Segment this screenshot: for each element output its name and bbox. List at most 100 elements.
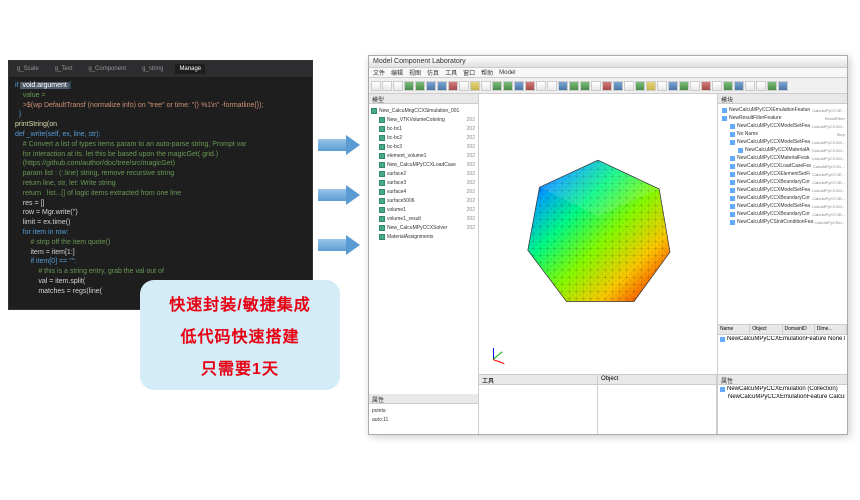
tree-item[interactable]: NewResultFilterFeatureResultFilter [720, 114, 845, 122]
tab-manage[interactable]: Manage [175, 64, 205, 74]
toolbar-icon[interactable] [569, 81, 579, 91]
toolbar-icon[interactable] [448, 81, 458, 91]
prop-row[interactable]: NewCalcuMPyCCXEmulation (Collection) [718, 385, 847, 393]
module-tree[interactable]: NewCalcuMPyCCXEmulationFeatureCalcuMPyCC… [718, 104, 847, 324]
tree-item[interactable]: surface3202 [371, 178, 476, 187]
toolbar-icon[interactable] [481, 81, 491, 91]
tree-item[interactable]: New_CalcuMngCCXSimulation_001 [371, 106, 476, 115]
toolbar-icon[interactable] [690, 81, 700, 91]
col-domain[interactable]: DomainID [783, 325, 815, 334]
toolbar-icon[interactable] [415, 81, 425, 91]
toolbar-icon[interactable] [701, 81, 711, 91]
toolbar-icon[interactable] [547, 81, 557, 91]
list-item[interactable]: auto:11 [371, 415, 476, 424]
col-name[interactable]: Name [718, 325, 750, 334]
toolbar-icon[interactable] [591, 81, 601, 91]
viewport-3d[interactable] [479, 94, 717, 374]
tree-item[interactable]: surface5006202 [371, 196, 476, 205]
toolbar-icon[interactable] [525, 81, 535, 91]
toolbar-icon[interactable] [371, 81, 381, 91]
toolbar-icon[interactable] [602, 81, 612, 91]
list-item[interactable]: points: [371, 406, 476, 415]
menu-item[interactable]: 帮助 [481, 68, 493, 77]
tree-item[interactable]: NewCalcuMPyCCXModelSetFeatureCalcuMPyCCX… [720, 186, 845, 194]
toolbar-icon[interactable] [503, 81, 513, 91]
tree-item[interactable]: NewCalcuMPyCCXMaterialFeatureCalcuMPyCCX… [720, 154, 845, 162]
toolbar-icon[interactable] [382, 81, 392, 91]
toolbar-icon[interactable] [756, 81, 766, 91]
tree-item[interactable]: NewCalcuMPyCCXBoundaryConditionFeatureCa… [720, 178, 845, 186]
toolbar-icon[interactable] [646, 81, 656, 91]
toolbar-icon[interactable] [558, 81, 568, 91]
menu-item[interactable]: 仿真 [427, 68, 439, 77]
menu-item[interactable]: 窗口 [463, 68, 475, 77]
tree-item[interactable]: bc-bc2202 [371, 133, 476, 142]
tree-item[interactable]: element_volume1202 [371, 151, 476, 160]
toolbar-icon[interactable] [778, 81, 788, 91]
toolbar-icon[interactable] [624, 81, 634, 91]
col-dim[interactable]: Dime... [815, 325, 847, 334]
toolbar-icon[interactable] [404, 81, 414, 91]
toolbar-icon[interactable] [613, 81, 623, 91]
toolbar-icon[interactable] [470, 81, 480, 91]
menu-item[interactable]: 编辑 [391, 68, 403, 77]
tree-item[interactable]: NewCalcuMPyCCXLoadCaseFeatureCalcuMPyCCX… [720, 162, 845, 170]
tree-item[interactable]: bc-bc3202 [371, 142, 476, 151]
tree-item[interactable]: NewCalcuMPyCCXElementSetFeatureCalcuMPyC… [720, 170, 845, 178]
toolbar-icon[interactable] [437, 81, 447, 91]
tree-item[interactable]: NewCalcuMPyCCXMaterialAssignmentFeatureC… [720, 146, 845, 154]
menu-item[interactable]: 视图 [409, 68, 421, 77]
toolbar-icon[interactable] [492, 81, 502, 91]
tree-item[interactable]: NewCalcuMPyCCXEmulationFeatureCalcuMPyCC… [720, 106, 845, 114]
model-tree[interactable]: New_CalcuMngCCXSimulation_001New_VTKVolu… [369, 104, 478, 394]
tree-item[interactable]: NewCalcuMPyCCXModelSetFeatureCalcuMPyCCX… [720, 122, 845, 130]
node-icon [379, 171, 385, 177]
node-icon [379, 189, 385, 195]
toolbar-icon[interactable] [767, 81, 777, 91]
code-body[interactable]: if void.argument{ value = >$(wp DefaultT… [9, 77, 312, 301]
toolbar-icon[interactable] [514, 81, 524, 91]
grid-row[interactable]: NewCalcuMPyCCXEmulationFeature NoneType … [718, 335, 847, 343]
toolbar-icon[interactable] [723, 81, 733, 91]
tree-item[interactable]: surface4202 [371, 187, 476, 196]
tree-item[interactable]: NewCalcuMPyCSInitConditionFeatureCalcuMP… [720, 218, 845, 226]
menu-item[interactable]: 工具 [445, 68, 457, 77]
title-bar: Model Component Laboratory [369, 56, 847, 68]
toolbar-icon[interactable] [712, 81, 722, 91]
toolbar-icon[interactable] [580, 81, 590, 91]
toolbar-icon[interactable] [668, 81, 678, 91]
tree-item[interactable]: New_CalcuMPyCCXLoadCase202 [371, 160, 476, 169]
toolbar-icon[interactable] [657, 81, 667, 91]
tree-item[interactable]: New_CalcuMPyCCXSolver202 [371, 223, 476, 232]
toolbar-icon[interactable] [459, 81, 469, 91]
prop-row[interactable]: NewCalcuMPyCCXEmulationFeature CalcuLoad… [718, 393, 847, 401]
toolbar-icon[interactable] [426, 81, 436, 91]
tree-item[interactable]: volume1202 [371, 205, 476, 214]
tree-item[interactable]: volume1_result202 [371, 214, 476, 223]
tree-item[interactable]: NewCalcuMPyCCXModelSetFeatureCalcuMPyCCX… [720, 202, 845, 210]
tree-item[interactable]: New_VTKVolumeColoring202 [371, 115, 476, 124]
axis-x-icon [493, 359, 505, 364]
tree-item[interactable]: bc-bc1202 [371, 124, 476, 133]
toolbar-icon[interactable] [745, 81, 755, 91]
toolbar-icon[interactable] [536, 81, 546, 91]
menu-item[interactable]: Model [499, 70, 515, 76]
tab-comp[interactable]: g_Component [84, 64, 130, 74]
col-obj[interactable]: Object [750, 325, 782, 334]
tab-scale[interactable]: g_Scale [13, 64, 43, 74]
toolbar-icon[interactable] [679, 81, 689, 91]
props-tree[interactable]: points: auto:11 [369, 404, 478, 434]
menu-item[interactable]: 文件 [373, 68, 385, 77]
tree-item[interactable]: MaterialAssignments [371, 232, 476, 241]
tab-string[interactable]: g_string [138, 64, 167, 74]
tree-item[interactable]: No NameStep [720, 130, 845, 138]
toolbar-icon[interactable] [393, 81, 403, 91]
node-icon [379, 126, 385, 132]
tree-item[interactable]: surface2202 [371, 169, 476, 178]
toolbar-icon[interactable] [635, 81, 645, 91]
toolbar-icon[interactable] [734, 81, 744, 91]
tree-item[interactable]: NewCalcuMPyCCXBoundaryConditionFeatureCa… [720, 194, 845, 202]
tab-text[interactable]: g_Text [51, 64, 77, 74]
tree-item[interactable]: NewCalcuMPyCCXModelSetFeatureCalcuMPyCCX… [720, 138, 845, 146]
tree-item[interactable]: NewCalcuMPyCCXBoundaryConditionFeatureCa… [720, 210, 845, 218]
